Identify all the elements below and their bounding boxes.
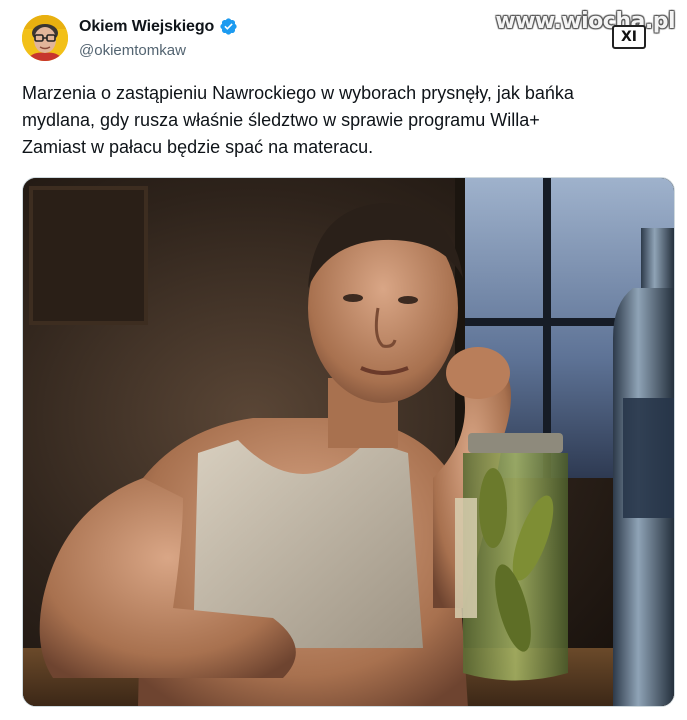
author-name-row: Okiem Wiejskiego [79,17,238,36]
author-handle[interactable]: @okiemtomkaw [79,42,186,59]
tweet-text-line: mydlana, gdy rusza właśnie śledztwo w sp… [22,110,540,130]
tweet-text-line: Zamiast w pałacu będzie spać na materacu… [22,137,374,157]
tweet-photo[interactable] [22,177,675,707]
verified-badge-icon [219,17,238,36]
tweet-text-line: Marzenia o zastąpieniu Nawrockiego w wyb… [22,83,574,103]
tweet-text: Marzenia o zastąpieniu Nawrockiego w wyb… [22,80,662,161]
watermark-badge: XI [612,25,646,49]
avatar-portrait-icon [22,15,68,61]
tweet-card: Okiem Wiejskiego @okiemtomkaw www.wiocha… [0,0,687,720]
author-avatar[interactable] [22,15,68,61]
author-display-name[interactable]: Okiem Wiejskiego [79,18,214,36]
site-watermark: www.wiocha.pl [495,9,675,34]
photo-man-with-pickle-jar-and-bottle [23,178,674,706]
